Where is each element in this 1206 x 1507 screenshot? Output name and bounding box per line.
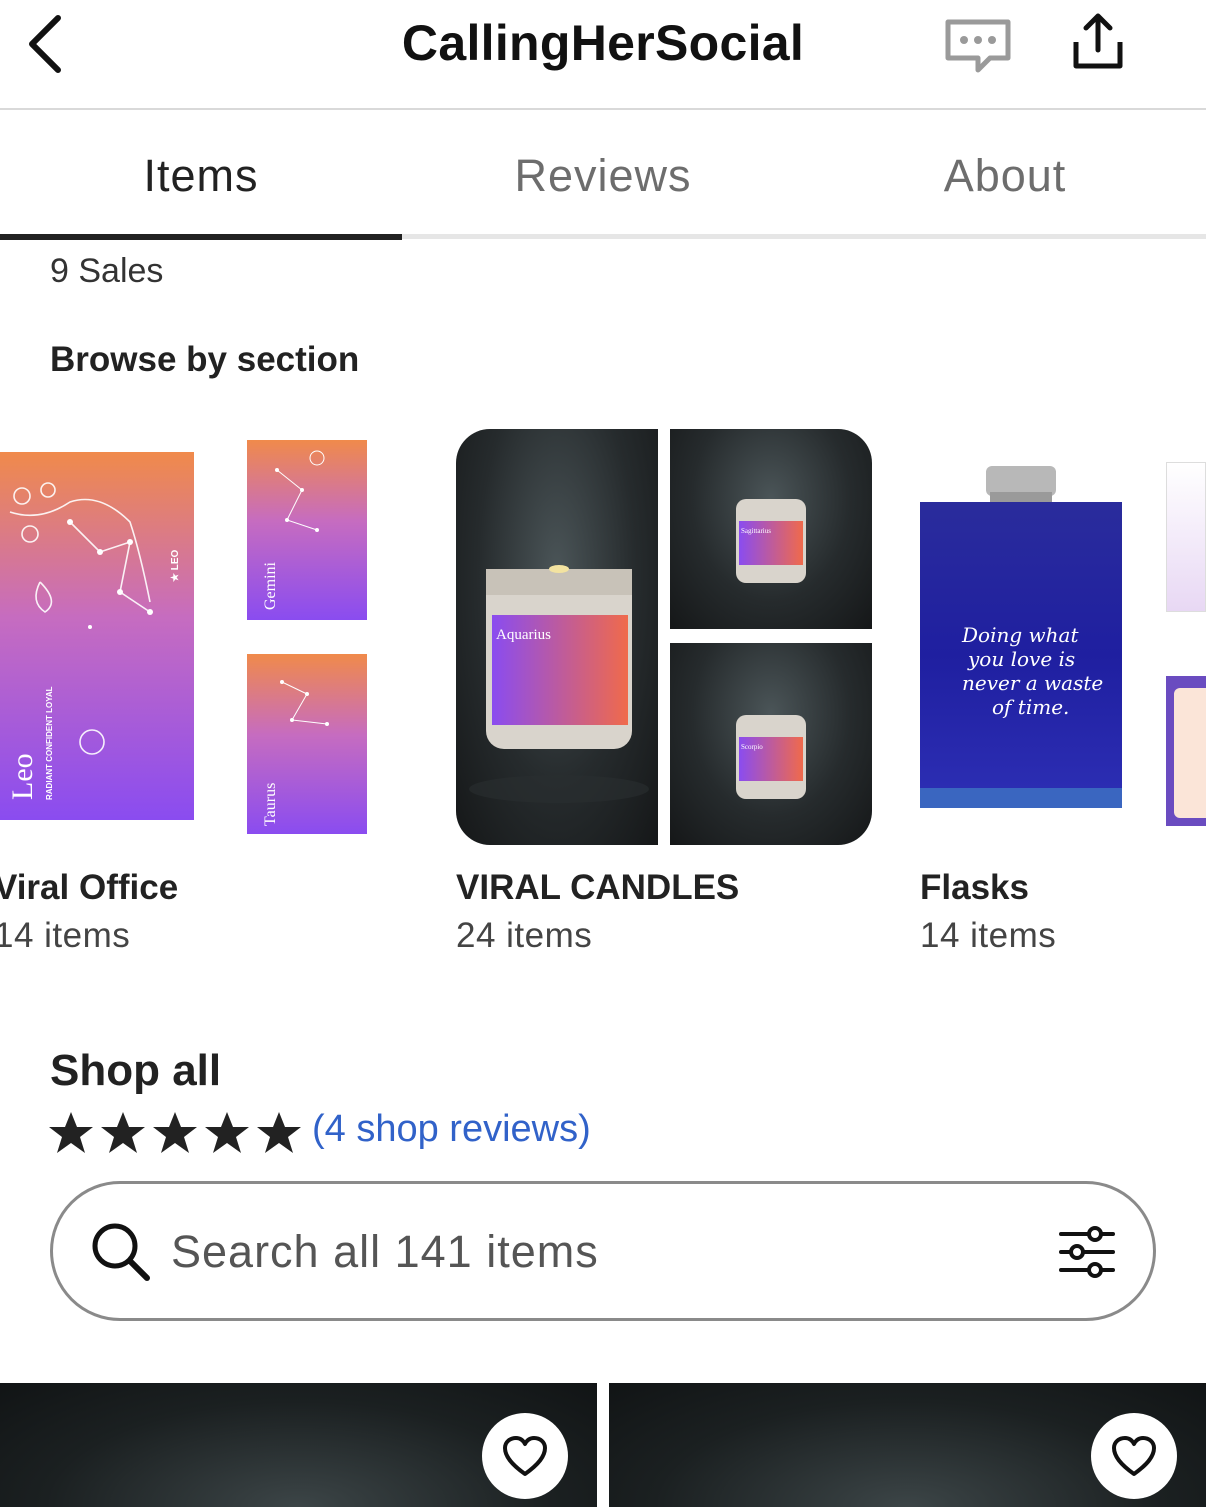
back-button[interactable] <box>18 12 78 76</box>
section-title-flasks: Flasks <box>920 868 1029 907</box>
share-icon <box>1073 13 1123 69</box>
sales-count: 9 Sales <box>50 252 164 290</box>
office-main-badge-text: ★ LEO <box>170 549 181 582</box>
search-placeholder: Search all 141 items <box>171 1226 599 1277</box>
active-tab-indicator <box>0 234 402 240</box>
app-header: CallingHerSocial <box>0 0 1206 110</box>
candle-3-label-text: Scorpio <box>741 743 763 751</box>
section-image-next-bottom <box>1166 676 1206 826</box>
chevron-left-icon <box>29 15 61 73</box>
candle-2-label-text: Sagittarius <box>741 527 771 535</box>
candle-photo-3: Scorpio <box>670 643 872 845</box>
heart-icon <box>1112 1436 1156 1476</box>
office-main-sign-text: Leo <box>6 753 39 800</box>
office-small-1-text: Gemini <box>262 561 279 610</box>
shop-tabs: Items Reviews About <box>0 112 1206 240</box>
candle-main-label-text: Aquarius <box>496 627 551 643</box>
favorite-button[interactable] <box>1091 1413 1177 1499</box>
tab-items[interactable]: Items <box>0 112 402 240</box>
filter-sliders-icon <box>1059 1226 1115 1278</box>
tab-reviews[interactable]: Reviews <box>402 112 804 240</box>
star-icon <box>205 1112 249 1153</box>
star-icon <box>153 1112 197 1153</box>
candle-main-photo: Aquarius <box>456 429 658 845</box>
shop-name: CallingHerSocial <box>401 15 805 71</box>
section-image-flasks[interactable]: Doing what you love is never a waste of … <box>920 462 1122 808</box>
search-input[interactable]: Search all 141 items <box>50 1181 1156 1321</box>
office-small-2-text: Taurus <box>262 783 279 826</box>
office-main-traits-text: RADIANT CONFIDENT LOYAL <box>45 686 54 800</box>
shop-reviews-link[interactable]: (4 shop reviews) <box>312 1108 591 1151</box>
section-image-viral-candles[interactable]: Aquarius Sagittarius Scorpio <box>456 429 872 845</box>
filter-button[interactable] <box>1057 1222 1117 1282</box>
star-icon <box>101 1112 145 1153</box>
listing-card[interactable] <box>609 1383 1206 1507</box>
office-small-poster-1: Gemini <box>247 440 367 620</box>
star-icon <box>257 1112 301 1153</box>
flask-text-line-2: you love is <box>967 647 1075 671</box>
message-button[interactable] <box>944 18 1012 74</box>
candle-photo-2: Sagittarius <box>670 429 872 629</box>
star-icon <box>49 1112 93 1153</box>
favorite-button[interactable] <box>482 1413 568 1499</box>
office-small-poster-2: Taurus <box>247 654 367 834</box>
flask-text-line-1: Doing what <box>961 623 1079 647</box>
section-count-viral-office: 14 items <box>0 916 131 955</box>
share-button[interactable] <box>1066 10 1130 74</box>
section-title-viral-candles: VIRAL CANDLES <box>456 868 740 907</box>
flask-text-line-3: never a waste <box>962 671 1103 695</box>
section-image-next-top <box>1166 462 1206 612</box>
tab-about[interactable]: About <box>804 112 1206 240</box>
section-title-viral-office: Viral Office <box>0 868 179 907</box>
heart-icon <box>503 1436 547 1476</box>
listing-card[interactable] <box>0 1383 597 1507</box>
office-main-poster: Leo RADIANT CONFIDENT LOYAL ★ LEO <box>0 452 194 820</box>
shop-all-heading: Shop all <box>50 1046 222 1095</box>
browse-section-heading: Browse by section <box>50 340 360 379</box>
flask-body: Doing what you love is never a waste of … <box>920 502 1122 808</box>
constellation-art: Leo RADIANT CONFIDENT LOYAL ★ LEO <box>6 482 181 800</box>
message-icon <box>945 19 1011 73</box>
search-icon <box>92 1223 150 1281</box>
section-count-viral-candles: 24 items <box>456 916 593 955</box>
rating-stars <box>46 1108 304 1158</box>
section-count-flasks: 14 items <box>920 916 1057 955</box>
flask-text-line-4: of time. <box>992 695 1069 719</box>
section-image-viral-office[interactable]: Leo RADIANT CONFIDENT LOYAL ★ LEO Gemini… <box>0 430 400 846</box>
